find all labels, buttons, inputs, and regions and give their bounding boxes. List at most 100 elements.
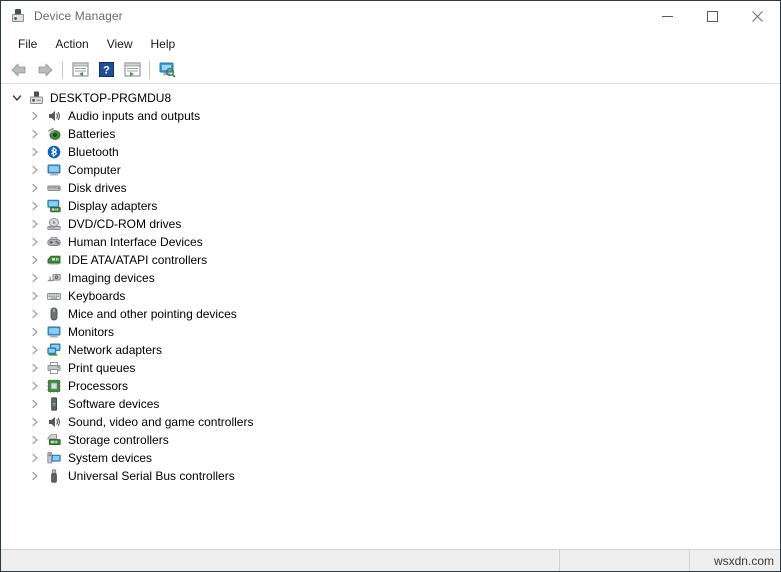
tree-item-bluetooth[interactable]: Bluetooth	[1, 143, 780, 161]
chevron-right-icon[interactable]	[27, 180, 43, 196]
tree-item-monitors[interactable]: Monitors	[1, 323, 780, 341]
menu-item-file[interactable]: File	[9, 34, 46, 54]
chevron-right-icon[interactable]	[27, 324, 43, 340]
chevron-right-icon[interactable]	[27, 360, 43, 376]
properties-icon[interactable]	[119, 58, 145, 82]
window-controls	[645, 1, 780, 31]
chevron-right-icon[interactable]	[27, 144, 43, 160]
battery-icon	[45, 126, 63, 142]
tree-item-label: Sound, video and game controllers	[68, 415, 254, 429]
display-adapter-icon	[45, 198, 63, 214]
system-device-icon	[45, 450, 63, 466]
menu-item-help[interactable]: Help	[142, 34, 185, 54]
tree-item-processors[interactable]: Processors	[1, 377, 780, 395]
chevron-right-icon[interactable]	[27, 234, 43, 250]
chevron-right-icon[interactable]	[27, 342, 43, 358]
menu-item-action[interactable]: Action	[46, 34, 97, 54]
tree-item-universal-serial-bus-controllers[interactable]: Universal Serial Bus controllers	[1, 467, 780, 485]
tree-item-label: DVD/CD-ROM drives	[68, 217, 182, 231]
minimize-button[interactable]	[645, 1, 690, 31]
bluetooth-icon	[45, 144, 63, 160]
tree-item-software-devices[interactable]: Software devices	[1, 395, 780, 413]
tree-item-storage-controllers[interactable]: Storage controllers	[1, 431, 780, 449]
printer-icon	[45, 360, 63, 376]
gamepad-icon	[45, 234, 63, 250]
chevron-right-icon[interactable]	[27, 396, 43, 412]
back-arrow-icon[interactable]	[6, 58, 32, 82]
chevron-right-icon[interactable]	[27, 270, 43, 286]
tree-item-audio-inputs-and-outputs[interactable]: Audio inputs and outputs	[1, 107, 780, 125]
device-tree[interactable]: DESKTOP-PRGMDU8 Audio inputs and outputs…	[1, 84, 780, 549]
speaker-icon	[45, 108, 63, 124]
tree-item-batteries[interactable]: Batteries	[1, 125, 780, 143]
ide-controller-icon	[45, 252, 63, 268]
tree-item-label: Batteries	[68, 127, 116, 141]
computer-root-icon	[27, 90, 45, 106]
tree-item-label: Human Interface Devices	[68, 235, 203, 249]
chevron-right-icon[interactable]	[27, 108, 43, 124]
tree-item-label: Computer	[68, 163, 121, 177]
usb-icon	[45, 468, 63, 484]
tree-item-keyboards[interactable]: Keyboards	[1, 287, 780, 305]
disk-drive-icon	[45, 180, 63, 196]
chevron-down-icon[interactable]	[9, 90, 25, 106]
chevron-right-icon[interactable]	[27, 216, 43, 232]
speaker-icon	[45, 414, 63, 430]
tree-item-label: Universal Serial Bus controllers	[68, 469, 235, 483]
tree-item-ide-ata-atapi-controllers[interactable]: IDE ATA/ATAPI controllers	[1, 251, 780, 269]
tree-item-sound-video-and-game-controllers[interactable]: Sound, video and game controllers	[1, 413, 780, 431]
status-bar: wsxdn.com	[1, 549, 780, 571]
menu-item-view[interactable]: View	[98, 34, 142, 54]
chevron-right-icon[interactable]	[27, 126, 43, 142]
window-title: Device Manager	[34, 9, 123, 23]
tree-item-network-adapters[interactable]: Network adapters	[1, 341, 780, 359]
processor-icon	[45, 378, 63, 394]
chevron-right-icon[interactable]	[27, 198, 43, 214]
tree-item-label: Processors	[68, 379, 129, 393]
tree-item-label: Keyboards	[68, 289, 126, 303]
tree-item-display-adapters[interactable]: Display adapters	[1, 197, 780, 215]
chevron-right-icon[interactable]	[27, 288, 43, 304]
menu-bar: File Action View Help	[1, 31, 780, 56]
svg-text:?: ?	[103, 65, 110, 77]
tree-item-label: Imaging devices	[68, 271, 155, 285]
toolbar: ?	[1, 56, 780, 84]
storage-controller-icon	[45, 432, 63, 448]
network-adapter-icon	[45, 342, 63, 358]
show-hide-console-tree-icon[interactable]	[67, 58, 93, 82]
status-bar-main-pane	[1, 550, 560, 571]
monitor-icon	[45, 162, 63, 178]
tree-item-disk-drives[interactable]: Disk drives	[1, 179, 780, 197]
device-manager-icon	[10, 8, 26, 24]
chevron-right-icon[interactable]	[27, 468, 43, 484]
tree-item-label: System devices	[68, 451, 153, 465]
chevron-right-icon[interactable]	[27, 450, 43, 466]
chevron-right-icon[interactable]	[27, 378, 43, 394]
chevron-right-icon[interactable]	[27, 162, 43, 178]
monitor-icon	[45, 324, 63, 340]
tree-item-computer[interactable]: Computer	[1, 161, 780, 179]
forward-arrow-icon[interactable]	[32, 58, 58, 82]
tree-item-human-interface-devices[interactable]: Human Interface Devices	[1, 233, 780, 251]
tree-item-dvd-cd-rom-drives[interactable]: DVD/CD-ROM drives	[1, 215, 780, 233]
tree-item-imaging-devices[interactable]: Imaging devices	[1, 269, 780, 287]
mouse-icon	[45, 306, 63, 322]
dvd-drive-icon	[45, 216, 63, 232]
tree-item-root[interactable]: DESKTOP-PRGMDU8	[1, 89, 780, 107]
chevron-right-icon[interactable]	[27, 432, 43, 448]
chevron-right-icon[interactable]	[27, 306, 43, 322]
tree-item-mice-and-other-pointing-devices[interactable]: Mice and other pointing devices	[1, 305, 780, 323]
tree-item-print-queues[interactable]: Print queues	[1, 359, 780, 377]
tree-item-system-devices[interactable]: System devices	[1, 449, 780, 467]
scan-for-hardware-changes-icon[interactable]	[154, 58, 180, 82]
tree-item-label: Audio inputs and outputs	[68, 109, 201, 123]
chevron-right-icon[interactable]	[27, 414, 43, 430]
tree-item-label: Monitors	[68, 325, 115, 339]
status-bar-secondary-pane	[560, 550, 690, 571]
title-bar: Device Manager	[1, 1, 780, 31]
close-button[interactable]	[735, 1, 780, 31]
tree-item-root-label: DESKTOP-PRGMDU8	[50, 91, 172, 105]
maximize-button[interactable]	[690, 1, 735, 31]
help-icon[interactable]: ?	[93, 58, 119, 82]
chevron-right-icon[interactable]	[27, 252, 43, 268]
